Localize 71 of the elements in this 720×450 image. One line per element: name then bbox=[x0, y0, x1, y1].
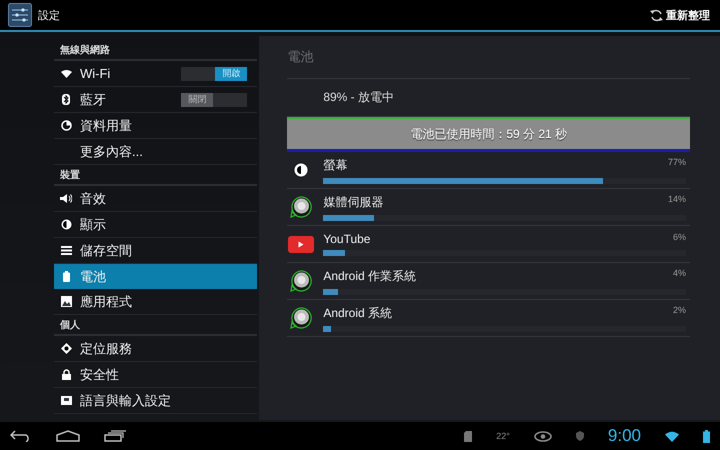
item-label: 電池 bbox=[80, 268, 107, 286]
sd-card-icon bbox=[464, 430, 472, 442]
usage-percent: 2% bbox=[672, 304, 686, 316]
sidebar-item[interactable]: 音效 bbox=[54, 186, 258, 212]
refresh-button[interactable]: 重新整理 bbox=[648, 6, 712, 24]
app-icon bbox=[290, 196, 312, 218]
sidebar-item[interactable]: 顯示 bbox=[54, 212, 258, 238]
sidebar-item[interactable]: 語言與輸入設定 bbox=[54, 388, 258, 414]
keyboard-icon bbox=[60, 396, 72, 405]
switch-label: 關閉 bbox=[181, 92, 214, 106]
brightness-icon bbox=[294, 163, 308, 177]
brightness-icon bbox=[60, 219, 72, 230]
window-title: 設定 bbox=[38, 8, 61, 22]
bluetooth-icon bbox=[62, 94, 70, 105]
sidebar-item[interactable]: 更多內容... bbox=[54, 139, 258, 165]
item-label: Wi-Fi bbox=[80, 66, 112, 81]
item-label: 顯示 bbox=[80, 216, 107, 234]
usage-percent: 14% bbox=[668, 194, 686, 206]
item-label: 語言與輸入設定 bbox=[80, 392, 172, 410]
refresh-icon bbox=[650, 8, 663, 22]
apps-icon bbox=[60, 296, 72, 307]
battery-icon bbox=[62, 271, 70, 282]
sidebar-item[interactable]: 資料用量 bbox=[54, 113, 258, 139]
wifi-icon bbox=[60, 69, 72, 78]
app-name: 媒體伺服器 bbox=[323, 194, 384, 210]
item-label: 定位服務 bbox=[80, 340, 133, 358]
item-label: 藍牙 bbox=[80, 90, 107, 108]
app-name: YouTube bbox=[323, 232, 370, 246]
section-header: 裝置 bbox=[54, 165, 258, 186]
section-header: 無線與網路 bbox=[54, 40, 258, 61]
app-name: Android 系統 bbox=[323, 304, 392, 322]
wifi-icon bbox=[665, 430, 679, 442]
app-icon bbox=[290, 270, 312, 292]
section-header: 個人 bbox=[54, 315, 258, 336]
sidebar-item[interactable]: 應用程式 bbox=[54, 289, 258, 315]
app-name: 螢幕 bbox=[323, 156, 348, 174]
item-label: 資料用量 bbox=[80, 116, 133, 134]
item-label: 更多內容... bbox=[80, 142, 144, 160]
storage-icon bbox=[60, 246, 72, 255]
item-label: 應用程式 bbox=[80, 292, 133, 310]
usage-percent: 6% bbox=[672, 232, 686, 244]
home-icon[interactable] bbox=[56, 430, 80, 442]
lock-icon bbox=[62, 369, 70, 380]
usage-percent: 4% bbox=[672, 268, 686, 280]
item-label: 安全性 bbox=[80, 366, 120, 384]
speaker-icon bbox=[60, 193, 72, 204]
eye-icon bbox=[534, 430, 552, 442]
temperature: 22° bbox=[496, 431, 510, 441]
sidebar-item[interactable]: 安全性 bbox=[54, 362, 258, 388]
toggle-switch[interactable]: 關閉 bbox=[181, 92, 248, 106]
back-icon[interactable] bbox=[10, 430, 32, 442]
location-icon bbox=[60, 343, 72, 354]
item-label: 音效 bbox=[80, 190, 107, 208]
app-name: Android 作業系統 bbox=[323, 268, 416, 284]
recent-apps-icon[interactable] bbox=[104, 430, 126, 442]
clock: 9:00 bbox=[608, 426, 641, 446]
play-icon bbox=[288, 236, 314, 252]
app-icon bbox=[290, 307, 312, 329]
pie-chart-icon bbox=[60, 120, 72, 131]
sidebar-item[interactable]: Wi-Fi 開啟 bbox=[54, 61, 258, 87]
shield-icon bbox=[576, 431, 584, 441]
sidebar-item[interactable]: 定位服務 bbox=[54, 336, 258, 362]
sidebar-item[interactable]: 藍牙 關閉 bbox=[54, 87, 258, 113]
item-label: 儲存空間 bbox=[80, 242, 133, 260]
sidebar-item[interactable]: 電池 bbox=[54, 264, 258, 289]
battery-graph: 電池已使用時間：59 分 21 秒 bbox=[287, 117, 690, 152]
battery-icon bbox=[703, 430, 710, 442]
panel-title: 電池 bbox=[287, 44, 690, 79]
usage-percent: 77% bbox=[668, 156, 686, 168]
settings-icon bbox=[8, 3, 32, 27]
switch-label: 開啟 bbox=[215, 66, 248, 80]
